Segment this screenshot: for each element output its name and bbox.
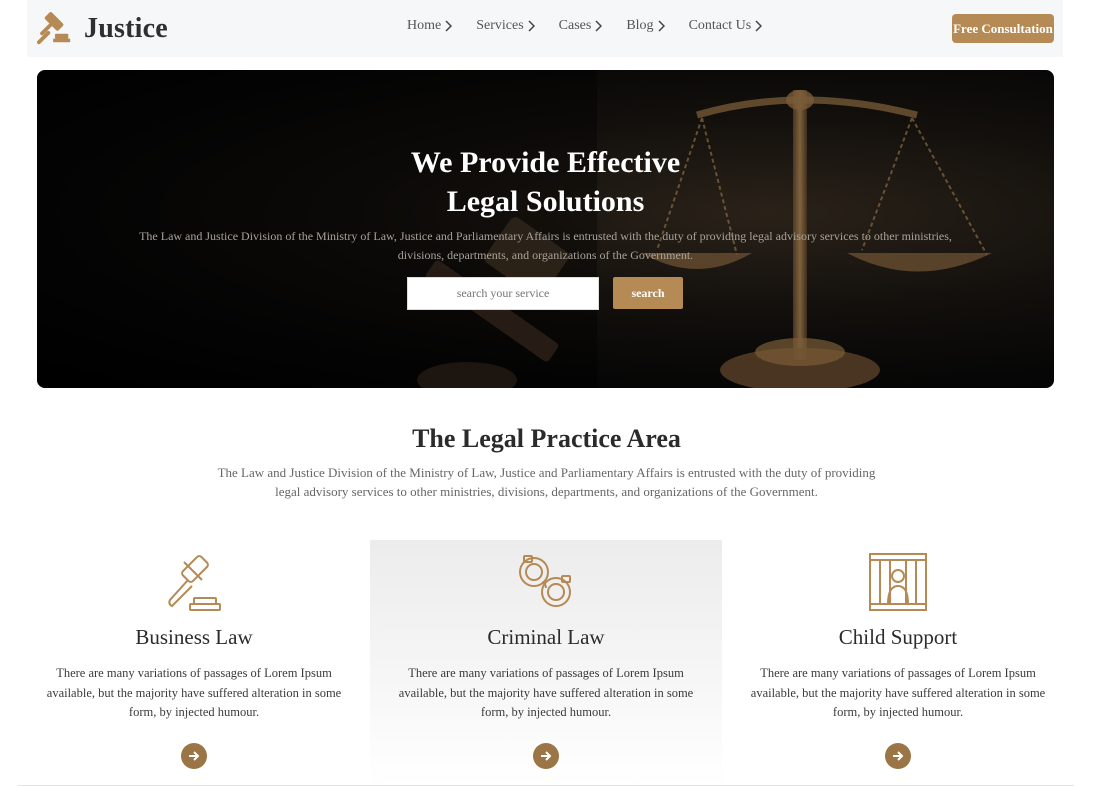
brand-logo[interactable]: Justice	[36, 9, 168, 49]
nav-contact-label: Contact Us	[688, 18, 752, 33]
chevron-right-icon	[755, 20, 763, 32]
gavel-icon	[36, 12, 71, 45]
nav-blog-label: Blog	[626, 18, 654, 33]
card-text: There are many variations of passages of…	[46, 666, 342, 719]
main-nav: Home Services Cases Blog Contact Us	[407, 18, 763, 34]
practice-area-title: The Legal Practice Area	[412, 424, 681, 453]
card-arrow-button[interactable]	[885, 743, 911, 769]
practice-card-criminal-law: Criminal Law There are many variations o…	[370, 540, 722, 787]
card-arrow-button[interactable]	[181, 743, 207, 769]
card-title: Child Support	[838, 625, 958, 649]
nav-cases[interactable]: Cases	[559, 18, 603, 34]
arrow-right-icon	[189, 751, 200, 761]
practice-card-child-support: Child Support There are many variations …	[722, 540, 1074, 787]
card-arrow-button[interactable]	[533, 743, 559, 769]
practice-area-description: The Law and Justice Division of the Mini…	[217, 465, 876, 499]
prison-icon	[869, 553, 927, 611]
card-title: Criminal Law	[487, 625, 605, 649]
hero-banner: We Provide Effective Legal Solutions The…	[37, 70, 1054, 388]
free-consultation-button[interactable]: Free Consultation	[952, 14, 1054, 43]
chevron-right-icon	[445, 20, 453, 32]
card-text: There are many variations of passages of…	[398, 666, 694, 719]
nav-cases-label: Cases	[558, 18, 592, 33]
hero-title-line1: We Provide Effective	[410, 146, 681, 179]
nav-blog[interactable]: Blog	[626, 18, 665, 34]
nav-home[interactable]: Home	[407, 18, 453, 34]
section-divider	[18, 785, 1074, 786]
handcuffs-icon	[519, 555, 571, 607]
chevron-right-icon	[595, 20, 603, 32]
hero-title-line2: Legal Solutions	[446, 185, 645, 218]
hero-title: We Provide Effective Legal Solutions	[37, 143, 1054, 221]
gavel-icon	[168, 555, 221, 611]
card-title: Business Law	[135, 625, 253, 649]
chevron-right-icon	[528, 20, 535, 32]
hero-description: The Law and Justice Division of the Mini…	[139, 229, 952, 262]
arrow-right-icon	[893, 751, 904, 761]
navbar: Justice Home Services Cases Blog Contact…	[27, 0, 1063, 57]
service-search-input[interactable]	[407, 277, 599, 310]
brand-name: Justice	[84, 13, 168, 44]
nav-home-label: Home	[407, 18, 442, 33]
card-text: There are many variations of passages of…	[750, 666, 1046, 719]
practice-card-business-law: Business Law There are many variations o…	[18, 540, 370, 787]
nav-services[interactable]: Services	[476, 18, 535, 34]
search-button[interactable]: search	[613, 277, 683, 309]
arrow-right-icon	[541, 751, 552, 761]
chevron-right-icon	[658, 20, 665, 32]
nav-contact[interactable]: Contact Us	[689, 18, 763, 34]
nav-services-label: Services	[476, 18, 524, 33]
